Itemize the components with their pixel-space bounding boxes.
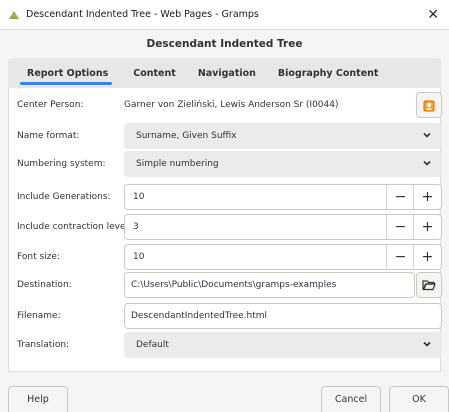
name-format-combo[interactable]: Surname, Given Suffix xyxy=(124,123,442,149)
destination-row: Destination: xyxy=(9,272,442,298)
translation-label: Translation: xyxy=(17,340,70,350)
contraction-level-spin: − + xyxy=(124,214,442,240)
font-size-spin: − + xyxy=(124,244,442,270)
name-format-value: Surname, Given Suffix xyxy=(136,131,237,141)
tab-navigation[interactable]: Navigation xyxy=(187,58,267,88)
filename-input[interactable] xyxy=(125,304,441,328)
destination-label: Destination: xyxy=(17,280,72,290)
center-person-row: Center Person: Garner von Zieliński, Lew… xyxy=(9,92,442,118)
tab-report-options[interactable]: Report Options xyxy=(8,58,122,88)
tab-content[interactable]: Content xyxy=(122,58,187,88)
window-title: Descendant Indented Tree - Web Pages - G… xyxy=(26,9,259,20)
name-format-label: Name format: xyxy=(17,131,80,141)
include-generations-spin: − + xyxy=(124,184,442,210)
numbering-system-label: Numbering system: xyxy=(17,159,106,169)
increment-button[interactable]: + xyxy=(413,185,441,209)
translation-row: Translation: Default xyxy=(9,332,442,358)
numbering-system-combo[interactable]: Simple numbering xyxy=(124,151,442,177)
decrement-button[interactable]: − xyxy=(386,245,414,269)
gramps-app-icon xyxy=(8,9,20,21)
contraction-level-row: Include contraction level: − + xyxy=(9,214,442,240)
report-options-panel: Center Person: Garner von Zieliński, Lew… xyxy=(8,88,442,372)
increment-button[interactable]: + xyxy=(413,245,441,269)
font-size-input[interactable] xyxy=(125,245,385,269)
translation-value: Default xyxy=(136,340,169,350)
contraction-level-input[interactable] xyxy=(125,215,385,239)
tab-bar: Report Options Content Navigation Biogra… xyxy=(8,58,441,88)
decrement-button[interactable]: − xyxy=(386,215,414,239)
tab-biography-content[interactable]: Biography Content xyxy=(267,58,390,88)
filename-row: Filename: xyxy=(9,303,442,329)
dialog-header: Descendant Indented Tree xyxy=(146,38,303,50)
destination-entry xyxy=(124,272,415,298)
center-person-label: Center Person: xyxy=(17,100,84,110)
help-button[interactable]: Help xyxy=(8,386,68,412)
translation-combo[interactable]: Default xyxy=(124,332,442,358)
font-size-label: Font size: xyxy=(17,252,60,262)
font-size-row: Font size: − + xyxy=(9,244,442,270)
window-titlebar: Descendant Indented Tree - Web Pages - G… xyxy=(0,0,449,30)
numbering-system-value: Simple numbering xyxy=(136,159,219,169)
filename-label: Filename: xyxy=(17,311,61,321)
browse-folder-button[interactable] xyxy=(416,272,442,298)
destination-input[interactable] xyxy=(125,273,414,297)
ok-button[interactable]: OK xyxy=(389,386,449,412)
contraction-level-label: Include contraction level: xyxy=(17,222,132,232)
increment-button[interactable]: + xyxy=(413,215,441,239)
decrement-button[interactable]: − xyxy=(386,185,414,209)
cancel-button[interactable]: Cancel xyxy=(321,386,381,412)
person-select-icon xyxy=(423,100,435,112)
numbering-system-row: Numbering system: Simple numbering xyxy=(9,151,442,177)
chevron-down-icon xyxy=(423,341,431,347)
folder-open-icon xyxy=(422,280,436,291)
include-generations-input[interactable] xyxy=(125,185,385,209)
include-generations-label: Include Generations: xyxy=(17,192,111,202)
include-generations-row: Include Generations: − + xyxy=(9,184,442,210)
filename-entry xyxy=(124,303,442,329)
chevron-down-icon xyxy=(423,160,431,166)
select-person-button[interactable] xyxy=(416,92,442,118)
center-person-value: Garner von Zieliński, Lewis Anderson Sr … xyxy=(124,100,339,110)
name-format-row: Name format: Surname, Given Suffix xyxy=(9,123,442,149)
close-icon[interactable]: ✕ xyxy=(427,7,439,23)
chevron-down-icon xyxy=(423,132,431,138)
